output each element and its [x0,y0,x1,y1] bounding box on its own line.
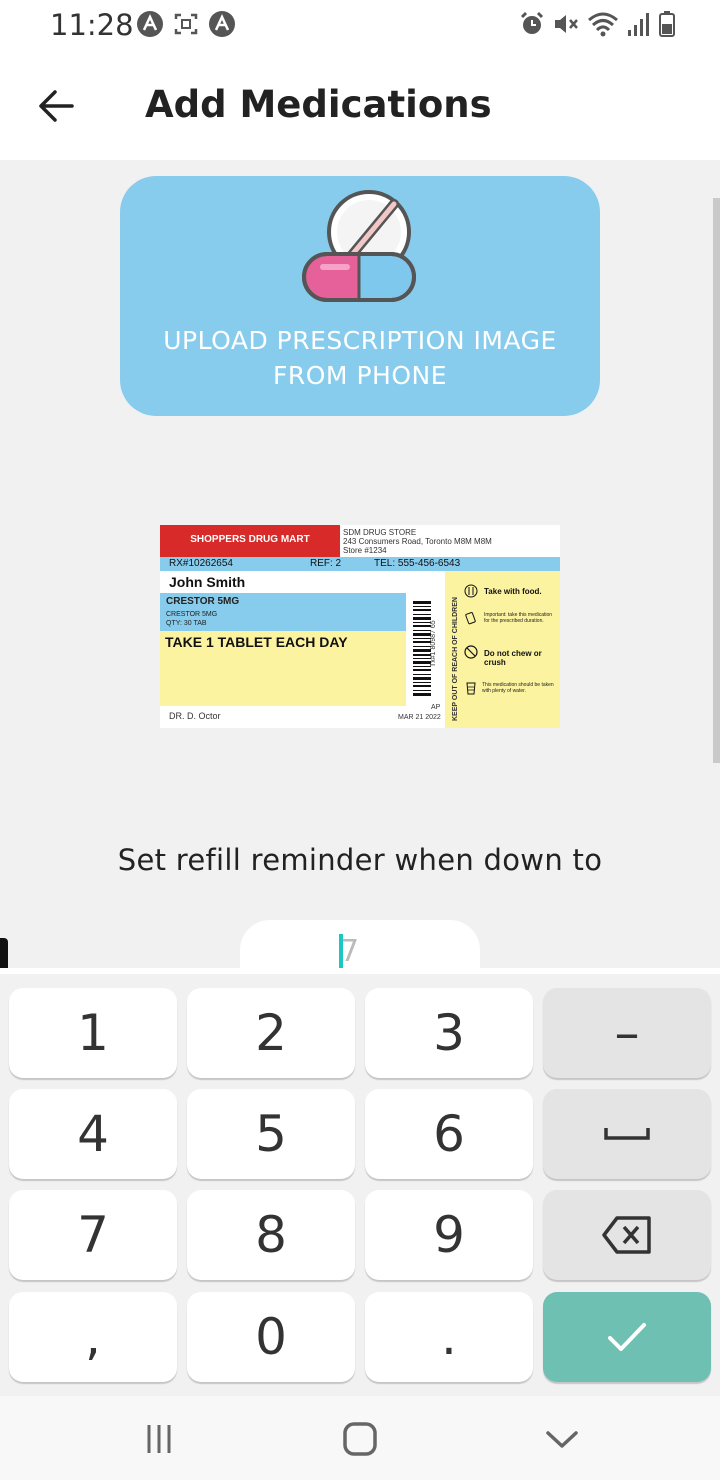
refill-reminder-label: Set refill reminder when down to [117,843,603,877]
rx-phone: TEL: 555-456-6543 [374,558,461,569]
rx-drug-box: CRESTOR 5MG CRESTOR 5MG QTY: 30 TAB [160,593,406,631]
rx-drug-sub2: QTY: 30 TAB [166,620,207,627]
rx-warning-food: Take with food. [484,587,542,596]
rx-date: MAR 21 2022 [398,714,441,721]
back-button[interactable] [30,80,82,132]
battery-icon [659,11,675,37]
arrow-left-icon [39,90,74,122]
key-done[interactable] [543,1292,711,1382]
rx-drug-sub1: CRESTOR 5MG [166,611,218,618]
rx-warning-chew: Do not chew or crush [484,649,542,667]
key-5[interactable]: 5 [187,1089,355,1179]
assistant-icon [137,11,163,37]
space-icon [604,1128,650,1140]
recents-icon [147,1425,171,1453]
mute-icon [555,15,578,33]
rx-info-strip: RX#10262654 REF: 2 TEL: 555-456-6543 [160,557,560,571]
key-1[interactable]: 1 [9,988,177,1078]
content-area[interactable]: UPLOAD PRESCRIPTION IMAGE FROM PHONE SHO… [0,160,720,968]
back-nav-button[interactable] [537,1414,587,1464]
rx-number: RX#10262654 [169,558,233,569]
rx-patient-name: John Smith [169,574,246,590]
key-7[interactable]: 7 [9,1190,177,1280]
upload-label-line2: FROM PHONE [273,361,447,390]
rx-store-line1: SDM DRUG STORE [343,528,417,537]
key-6[interactable]: 6 [365,1089,533,1179]
rx-store-info: SDM DRUG STORE 243 Consumers Road, Toron… [343,528,558,555]
rx-doctor: DR. D. Octor [169,711,221,721]
rx-refills: REF: 2 [310,558,342,569]
signal-icon [628,13,649,36]
assistant-icon [209,11,235,37]
key-0[interactable]: 0 [187,1292,355,1382]
rx-instructions-box: TAKE 1 TABLET EACH DAY [160,631,406,706]
water-glass-icon [466,682,476,695]
checkmark-icon [608,1323,646,1351]
key-comma[interactable]: , [9,1292,177,1382]
upload-prescription-button[interactable]: UPLOAD PRESCRIPTION IMAGE FROM PHONE [120,176,600,416]
rx-instructions: TAKE 1 TABLET EACH DAY [165,634,348,650]
rx-store-line3: Store #1234 [343,546,387,555]
rx-warning-duration: Important: take this medication for the … [484,612,553,624]
refill-quantity-input[interactable]: 7 [240,920,480,968]
rx-brand-name: SHOPPERS DRUG MART [190,534,310,545]
no-chew-icon [464,645,478,659]
alarm-icon [520,11,544,34]
key-period[interactable]: . [365,1292,533,1382]
rx-ap: AP [431,704,441,711]
screenshot-icon [174,13,198,35]
key-2[interactable]: 2 [187,988,355,1078]
rx-store-line2: 243 Consumers Road, Toronto M8M M8M [343,537,492,546]
upload-label-line1: UPLOAD PRESCRIPTION IMAGE [163,326,557,355]
numeric-keyboard: 1 2 3 – 4 5 6 7 8 9 , 0 . [0,968,720,1396]
key-9[interactable]: 9 [365,1190,533,1280]
home-icon [343,1422,377,1456]
text-caret [339,934,343,968]
backspace-icon [602,1216,651,1254]
key-8[interactable]: 8 [187,1190,355,1280]
key-4[interactable]: 4 [9,1089,177,1179]
key-backspace[interactable] [543,1190,711,1280]
status-time: 11:28 [50,8,134,42]
medication-icon [465,612,476,625]
home-button[interactable] [335,1414,385,1464]
rx-warning-water: This medication should be taken with ple… [482,682,554,694]
prescription-image[interactable]: SHOPPERS DRUG MART SDM DRUG STORE 243 Co… [160,525,560,728]
status-icons-left [136,10,236,38]
recents-button[interactable] [134,1414,184,1464]
key-minus[interactable]: – [543,988,711,1078]
key-3[interactable]: 3 [365,988,533,1078]
key-space[interactable] [543,1089,711,1179]
pill-icon [302,190,416,302]
utensils-icon [464,584,478,598]
app-bar: Add Medications [0,50,720,160]
wifi-icon [588,12,618,37]
page-title: Add Medications [145,83,492,126]
rx-barcode-text: Tx#1 80987 65 [430,620,437,667]
rx-drug-name: CRESTOR 5MG [166,596,240,607]
scrollbar[interactable] [713,198,720,763]
back-chevron-icon [546,1431,578,1448]
barcode-icon [413,601,431,696]
status-bar: 11:28 [0,0,720,50]
system-nav-bar [0,1396,720,1480]
status-icons-right [518,10,676,38]
rx-vertical-warning: KEEP OUT OF REACH OF CHILDREN [452,597,459,721]
